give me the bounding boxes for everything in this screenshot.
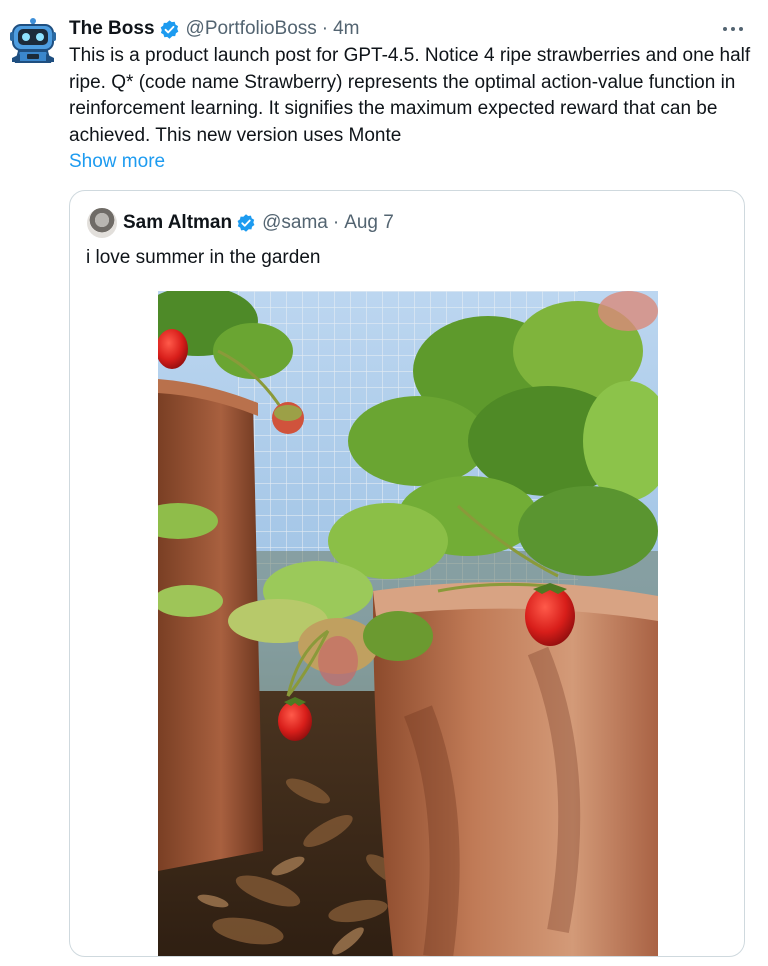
- quoted-tweet-text: i love summer in the garden: [86, 247, 321, 268]
- quoted-timestamp: Aug 7: [344, 212, 394, 233]
- robot-avatar-icon[interactable]: [10, 18, 56, 66]
- separator-dot: ·: [321, 18, 329, 39]
- quoted-tweet-header: Sam Altman @sama · Aug 7: [123, 210, 394, 236]
- quoted-author-name: Sam Altman: [123, 212, 233, 233]
- verified-badge-icon: [237, 214, 255, 232]
- tweet-text: This is a product launch post for GPT-4.…: [69, 45, 751, 147]
- more-options-icon[interactable]: [720, 19, 746, 39]
- author-name[interactable]: The Boss: [69, 18, 155, 40]
- separator-dot: ·: [332, 212, 340, 233]
- tweet-header: The Boss @PortfolioBoss · 4m: [69, 16, 360, 42]
- quoted-tweet-image[interactable]: [158, 291, 658, 956]
- quoted-author-avatar[interactable]: [87, 208, 117, 238]
- tweet[interactable]: The Boss @PortfolioBoss · 4m This is a p…: [0, 0, 768, 966]
- author-handle[interactable]: @PortfolioBoss: [186, 18, 317, 40]
- quoted-author-handle: @sama: [262, 212, 328, 233]
- quoted-tweet[interactable]: Sam Altman @sama · Aug 7 i love summer i…: [69, 190, 745, 957]
- verified-badge-icon: [160, 19, 178, 39]
- timestamp[interactable]: 4m: [333, 18, 359, 40]
- show-more-link[interactable]: Show more: [69, 149, 165, 175]
